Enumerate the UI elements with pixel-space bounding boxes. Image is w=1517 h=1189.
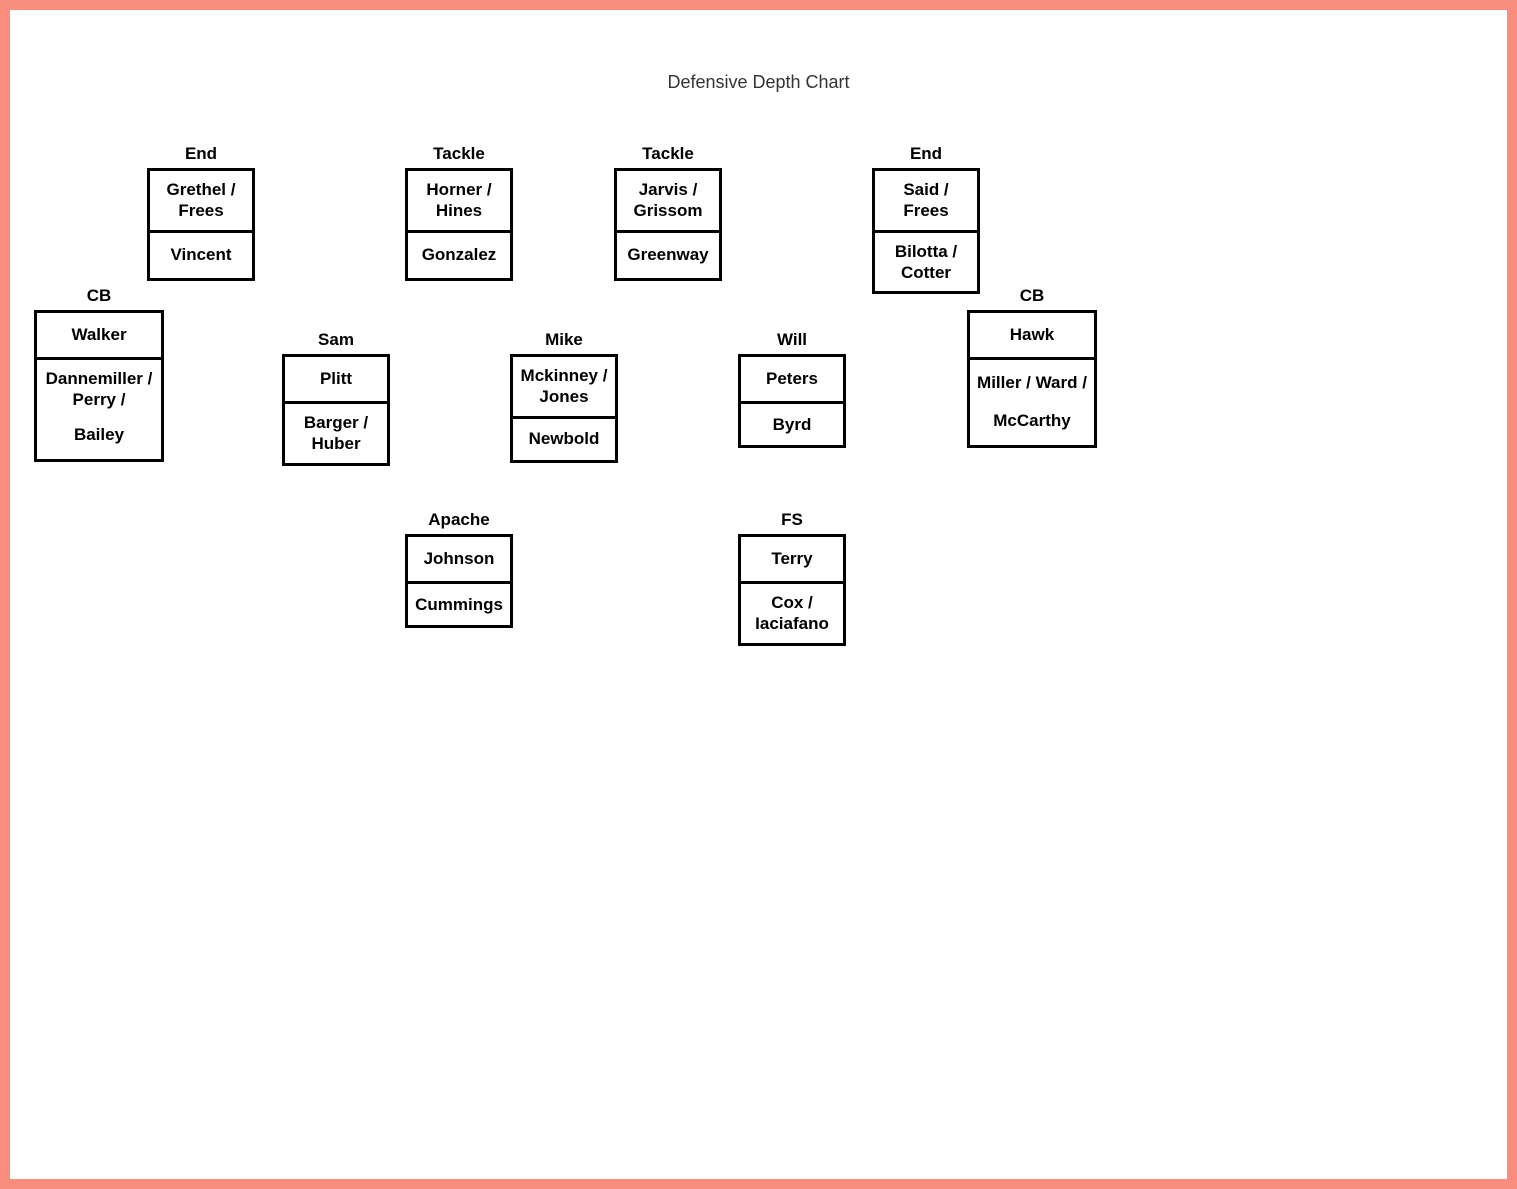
depth-slot-1: Walker bbox=[37, 313, 161, 357]
depth-slot-1: Terry bbox=[741, 537, 843, 581]
depth-slot-2: Bilotta / Cotter bbox=[875, 230, 977, 292]
depth-slot-1: Jarvis / Grissom bbox=[617, 171, 719, 230]
position-box: Walker Dannemiller / Perry / Bailey bbox=[34, 310, 164, 462]
depth-slot-1: Plitt bbox=[285, 357, 387, 401]
position-tackle-right: Tackle Jarvis / Grissom Greenway bbox=[614, 144, 722, 281]
position-label: Tackle bbox=[405, 144, 513, 164]
depth-slot-1: Said / Frees bbox=[875, 171, 977, 230]
position-box: Johnson Cummings bbox=[405, 534, 513, 628]
position-will: Will Peters Byrd bbox=[738, 330, 846, 448]
depth-slot-2: Vincent bbox=[150, 230, 252, 278]
position-tackle-left: Tackle Horner / Hines Gonzalez bbox=[405, 144, 513, 281]
position-label: CB bbox=[967, 286, 1097, 306]
position-label: Will bbox=[738, 330, 846, 350]
position-box: Horner / Hines Gonzalez bbox=[405, 168, 513, 281]
position-label: Apache bbox=[405, 510, 513, 530]
depth-slot-1: Peters bbox=[741, 357, 843, 401]
position-label: End bbox=[872, 144, 980, 164]
position-label: CB bbox=[34, 286, 164, 306]
position-label: Mike bbox=[510, 330, 618, 350]
position-box: Grethel / Frees Vincent bbox=[147, 168, 255, 281]
depth-slot-1: Mckinney / Jones bbox=[513, 357, 615, 416]
depth-slot-1: Hawk bbox=[970, 313, 1094, 357]
depth-slot-2: Barger / Huber bbox=[285, 401, 387, 463]
position-cb-right: CB Hawk Miller / Ward / McCarthy bbox=[967, 286, 1097, 448]
depth-slot-2: Cummings bbox=[408, 581, 510, 625]
depth-slot-3: McCarthy bbox=[970, 405, 1094, 445]
depth-slot-2: Miller / Ward / bbox=[970, 357, 1094, 405]
position-box: Jarvis / Grissom Greenway bbox=[614, 168, 722, 281]
position-mike: Mike Mckinney / Jones Newbold bbox=[510, 330, 618, 463]
depth-slot-1: Grethel / Frees bbox=[150, 171, 252, 230]
position-end-left: End Grethel / Frees Vincent bbox=[147, 144, 255, 281]
page-title: Defensive Depth Chart bbox=[10, 72, 1507, 93]
frame: Defensive Depth Chart End Grethel / Free… bbox=[0, 0, 1517, 1189]
depth-slot-2: Greenway bbox=[617, 230, 719, 278]
position-box: Said / Frees Bilotta / Cotter bbox=[872, 168, 980, 294]
position-box: Mckinney / Jones Newbold bbox=[510, 354, 618, 463]
position-box: Terry Cox / Iaciafano bbox=[738, 534, 846, 646]
position-sam: Sam Plitt Barger / Huber bbox=[282, 330, 390, 466]
depth-slot-2: Newbold bbox=[513, 416, 615, 460]
position-label: Sam bbox=[282, 330, 390, 350]
depth-slot-1: Horner / Hines bbox=[408, 171, 510, 230]
position-label: End bbox=[147, 144, 255, 164]
position-box: Plitt Barger / Huber bbox=[282, 354, 390, 466]
position-label: Tackle bbox=[614, 144, 722, 164]
position-label: FS bbox=[738, 510, 846, 530]
depth-slot-3: Bailey bbox=[37, 419, 161, 459]
position-apache: Apache Johnson Cummings bbox=[405, 510, 513, 628]
depth-slot-2: Byrd bbox=[741, 401, 843, 445]
position-box: Peters Byrd bbox=[738, 354, 846, 448]
position-box: Hawk Miller / Ward / McCarthy bbox=[967, 310, 1097, 448]
position-fs: FS Terry Cox / Iaciafano bbox=[738, 510, 846, 646]
position-end-right: End Said / Frees Bilotta / Cotter bbox=[872, 144, 980, 294]
position-cb-left: CB Walker Dannemiller / Perry / Bailey bbox=[34, 286, 164, 462]
depth-slot-2: Dannemiller / Perry / bbox=[37, 357, 161, 419]
depth-slot-1: Johnson bbox=[408, 537, 510, 581]
depth-slot-2: Cox / Iaciafano bbox=[741, 581, 843, 643]
depth-slot-2: Gonzalez bbox=[408, 230, 510, 278]
